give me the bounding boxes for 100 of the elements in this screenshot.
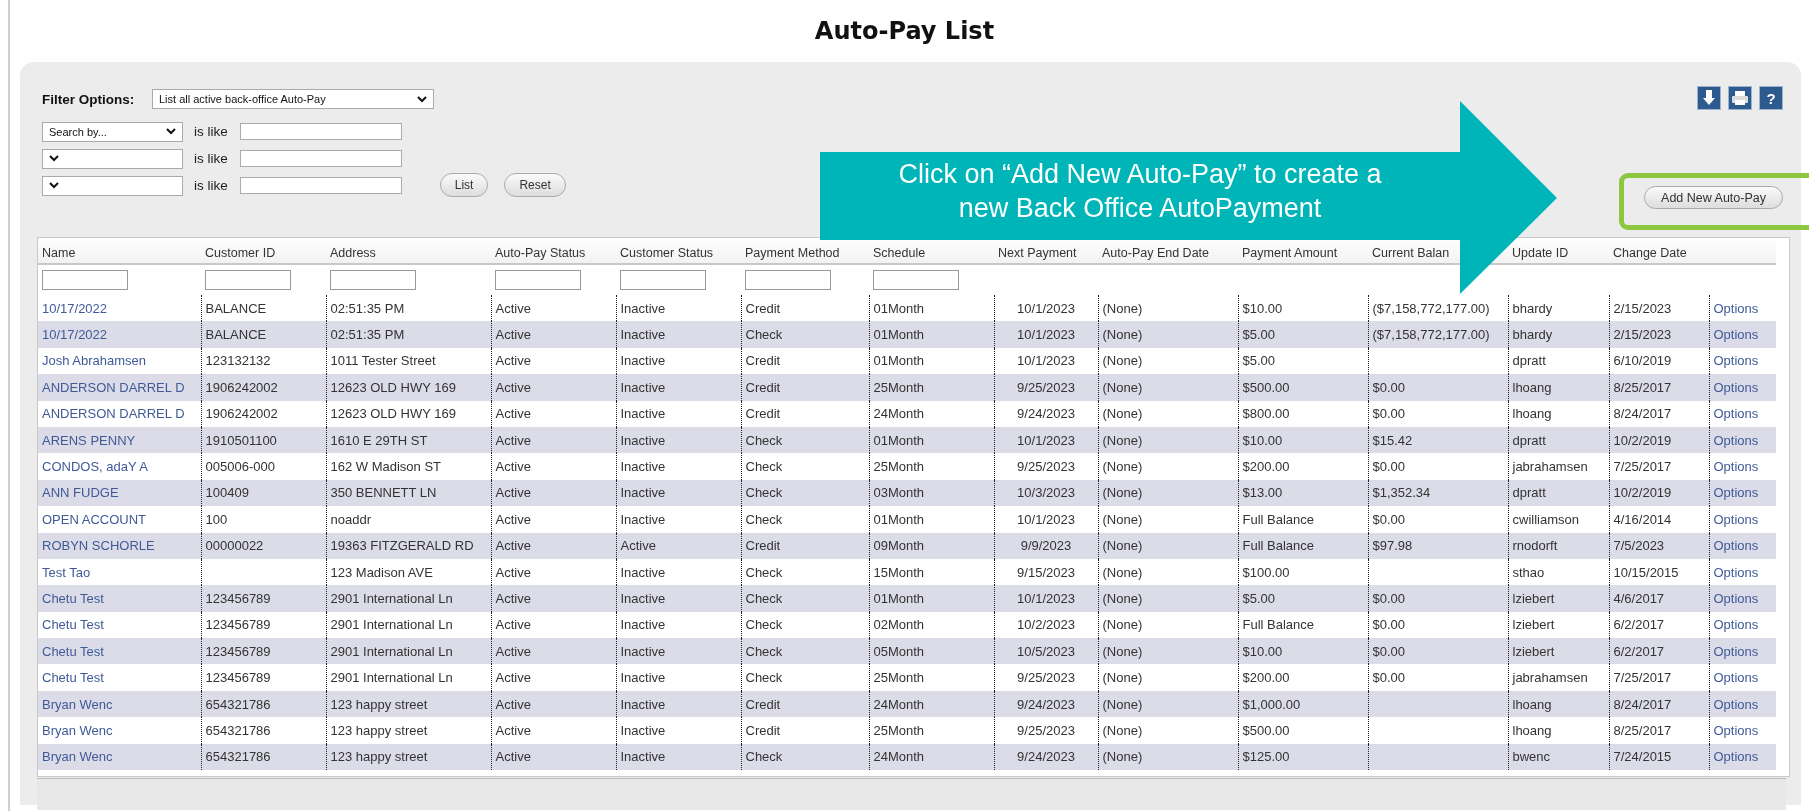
table-cell: (None) [1102, 485, 1143, 501]
column-filter-input[interactable] [495, 270, 581, 290]
name-link[interactable]: CONDOS, adaY A [42, 459, 148, 475]
name-link[interactable]: Test Tao [42, 564, 91, 580]
operator-label: is like [194, 178, 228, 193]
table-cell: (None) [1102, 353, 1143, 369]
column-filter-input[interactable] [330, 270, 416, 290]
print-icon[interactable] [1728, 86, 1752, 110]
table-cell: 123 happy street [330, 696, 428, 712]
table-cell: 15Month [873, 564, 925, 580]
search-field-dropdown[interactable]: Search by... [42, 121, 183, 142]
search-input[interactable] [239, 177, 402, 194]
table-cell: lhoang [1512, 696, 1552, 712]
table-cell: Check [745, 749, 783, 765]
table-cell: Check [745, 591, 783, 606]
column-filter-input[interactable] [873, 270, 959, 290]
download-icon[interactable] [1697, 86, 1721, 110]
column-filter-input[interactable] [205, 270, 291, 290]
table-cell: Inactive [620, 591, 666, 606]
name-link[interactable]: ANDERSON DARREL D [42, 406, 185, 422]
table-cell: 2901 International Ln [330, 643, 453, 659]
options-link[interactable]: Options [1713, 353, 1759, 369]
options-link[interactable]: Options [1713, 327, 1759, 343]
name-link[interactable]: ARENS PENNY [42, 432, 136, 448]
name-link[interactable]: Chetu Test [42, 643, 104, 659]
table-cell: Active [495, 432, 531, 448]
table-cell: BALANCE [205, 327, 267, 343]
table-cell: Credit [745, 696, 781, 712]
add-new-button[interactable]: Add New Auto-Pay [1644, 186, 1783, 209]
callout-text: Click on “Add New Auto-Pay” to create a new Back Office AutoPayment [897, 158, 1383, 225]
table-cell: (None) [1102, 564, 1143, 580]
name-link[interactable]: Bryan Wenc [42, 696, 113, 712]
table-cell: Full Balance [1242, 538, 1315, 554]
name-link[interactable]: Bryan Wenc [42, 722, 113, 738]
filter-dropdown[interactable]: List all active back-office Auto-Pay [152, 89, 434, 109]
column-filter-input[interactable] [42, 270, 128, 290]
list-button[interactable]: List [439, 173, 489, 197]
name-link[interactable]: ANDERSON DARREL D [42, 379, 185, 395]
column-filter-input[interactable] [745, 270, 831, 290]
options-link[interactable]: Options [1713, 459, 1759, 475]
name-link[interactable]: 10/17/2022 [42, 327, 108, 343]
table-cell: Inactive [620, 406, 666, 422]
options-link[interactable]: Options [1713, 749, 1759, 765]
options-link[interactable]: Options [1713, 511, 1759, 527]
table-cell: lziebert [1512, 617, 1555, 633]
name-link[interactable]: 10/17/2022 [42, 300, 108, 316]
options-link[interactable]: Options [1713, 538, 1759, 554]
table-cell: 9/25/2023 [1017, 670, 1075, 686]
search-input[interactable] [239, 123, 402, 140]
table-cell: Inactive [620, 696, 666, 712]
table-cell: Inactive [620, 749, 666, 765]
name-link[interactable]: Chetu Test [42, 617, 104, 633]
caret-icon [49, 182, 59, 189]
search-field-dropdown[interactable] [42, 175, 183, 196]
name-link[interactable]: Chetu Test [42, 591, 104, 606]
table-cell: jabrahamsen [1512, 459, 1588, 475]
name-link[interactable]: ANN FUDGE [42, 485, 119, 501]
options-link[interactable]: Options [1713, 617, 1759, 633]
search-field-dropdown[interactable] [42, 148, 183, 169]
options-link[interactable]: Options [1713, 485, 1759, 501]
column-filter-input[interactable] [620, 270, 706, 290]
table-cell: Active [495, 406, 531, 422]
options-link[interactable]: Options [1713, 591, 1759, 606]
options-link[interactable]: Options [1713, 564, 1759, 580]
table-cell: 9/25/2023 [1017, 459, 1075, 475]
column-header[interactable]: Name [42, 245, 76, 260]
table-cell: $0.00 [1372, 591, 1406, 606]
name-link[interactable]: Bryan Wenc [42, 749, 113, 765]
name-link[interactable]: OPEN ACCOUNT [42, 511, 146, 527]
name-link[interactable]: Chetu Test [42, 670, 104, 686]
table-cell: 9/24/2023 [1017, 749, 1075, 765]
options-link[interactable]: Options [1713, 643, 1759, 659]
table-cell: 9/24/2023 [1017, 406, 1075, 422]
options-link[interactable]: Options [1713, 406, 1759, 422]
options-link[interactable]: Options [1713, 696, 1759, 712]
table-cell: 8/24/2017 [1613, 696, 1672, 712]
reset-button[interactable]: Reset [504, 173, 566, 197]
table-cell: $0.00 [1372, 406, 1406, 422]
options-link[interactable]: Options [1713, 379, 1759, 395]
table-cell: 10/1/2023 [1017, 353, 1075, 369]
search-input[interactable] [239, 150, 402, 167]
options-link[interactable]: Options [1713, 432, 1759, 448]
table-cell: ($7,158,772,177.00) [1372, 300, 1490, 316]
options-link[interactable]: Options [1713, 670, 1759, 686]
table-cell: $0.00 [1372, 511, 1406, 527]
table-cell: 162 W Madison ST [330, 459, 442, 475]
table-cell: $0.00 [1372, 617, 1406, 633]
options-link[interactable]: Options [1713, 300, 1759, 316]
page-title: Auto-Pay List [814, 17, 995, 45]
table-cell: (None) [1102, 300, 1143, 316]
help-button[interactable]: ? [1759, 86, 1783, 110]
name-link[interactable]: ROBYN SCHORLE [42, 538, 155, 554]
options-link[interactable]: Options [1713, 722, 1759, 738]
table-cell: 10/1/2023 [1017, 300, 1075, 316]
table-cell: lziebert [1512, 591, 1555, 606]
table-cell: $13.00 [1242, 485, 1283, 501]
table-cell: $5.00 [1242, 353, 1276, 369]
table-cell: Inactive [620, 300, 666, 316]
name-link[interactable]: Josh Abrahamsen [42, 353, 147, 369]
column-header[interactable]: Address [330, 245, 376, 260]
